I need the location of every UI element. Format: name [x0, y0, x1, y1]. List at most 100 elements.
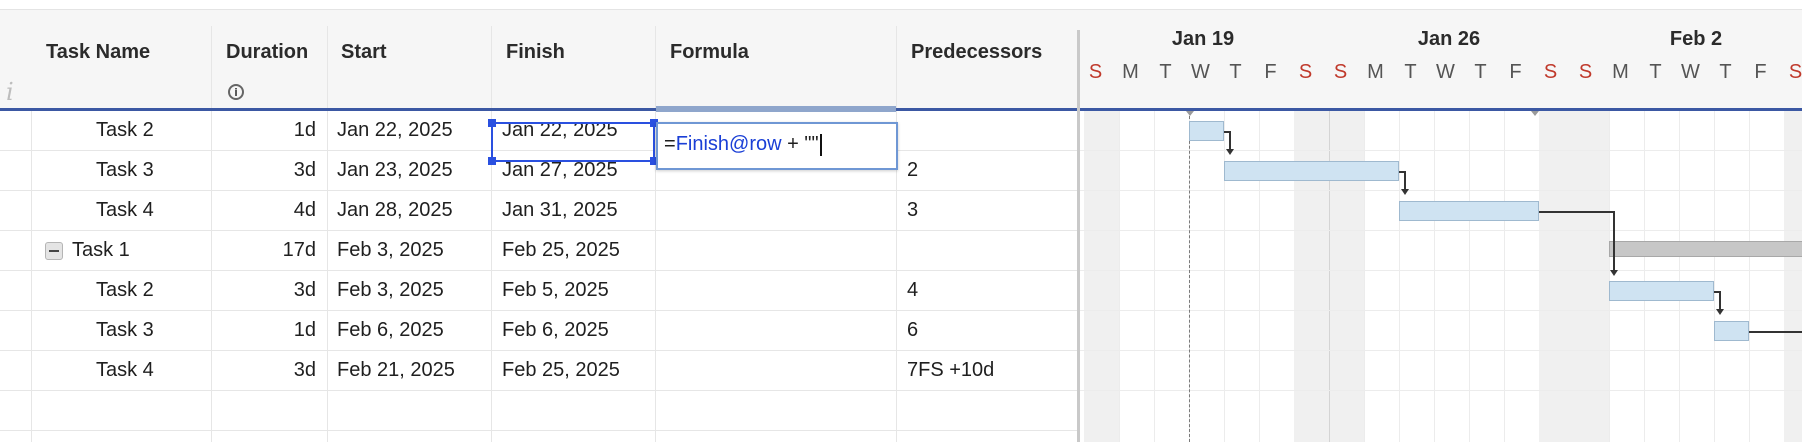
day-label: S — [1788, 61, 1802, 83]
column-divider — [327, 26, 328, 108]
table-row[interactable]: Task 4 3d Feb 21, 2025 Feb 25, 2025 7FS … — [0, 351, 1080, 391]
formula-editor[interactable]: =Finish@row + "" — [656, 122, 898, 170]
project-end-marker — [1531, 111, 1539, 116]
column-header-start[interactable]: Start — [327, 26, 492, 111]
weekend-shade — [1539, 111, 1609, 442]
dependency-line — [1229, 131, 1231, 151]
start-cell[interactable]: Feb 21, 2025 — [337, 351, 455, 390]
duration-cell[interactable]: 3d — [212, 271, 316, 310]
gantt-header: Jan 19 Jan 26 Feb 2 S M T W T F S S M T … — [1080, 10, 1802, 111]
task-name-cell[interactable]: Task 4 — [96, 351, 154, 390]
task-name-cell[interactable]: Task 2 — [96, 271, 154, 310]
task-name-cell[interactable]: Task 2 — [96, 111, 154, 150]
start-cell[interactable]: Jan 28, 2025 — [337, 191, 453, 230]
predecessors-cell[interactable]: 3 — [907, 191, 918, 230]
column-divider — [211, 26, 212, 108]
finish-cell[interactable]: Jan 31, 2025 — [502, 191, 618, 230]
day-label: F — [1754, 61, 1767, 83]
dependency-arrow-icon — [1716, 309, 1724, 315]
day-label: W — [1191, 61, 1210, 83]
column-header-duration[interactable]: Duration — [212, 26, 328, 111]
task-bar[interactable] — [1399, 201, 1539, 221]
top-strip — [0, 0, 1802, 10]
day-gridline — [1119, 111, 1120, 442]
finish-cell[interactable]: Feb 6, 2025 — [502, 311, 609, 350]
start-cell[interactable]: Feb 6, 2025 — [337, 311, 444, 350]
dependency-line — [1539, 211, 1614, 213]
duration-cell[interactable]: 3d — [212, 351, 316, 390]
day-gridline — [1749, 111, 1750, 442]
table-row[interactable]: Task 2 3d Feb 3, 2025 Feb 5, 2025 4 — [0, 271, 1080, 311]
day-label: F — [1264, 61, 1277, 83]
column-header-predecessors[interactable]: Predecessors — [897, 26, 1079, 111]
day-label: S — [1088, 61, 1103, 83]
start-cell[interactable]: Jan 22, 2025 — [337, 111, 453, 150]
selection-handle[interactable] — [488, 119, 496, 127]
task-name-cell[interactable]: Task 4 — [96, 191, 154, 230]
task-bar[interactable] — [1189, 121, 1224, 141]
duration-cell[interactable]: 17d — [212, 231, 316, 270]
dependency-arrow-icon — [1610, 270, 1618, 276]
duration-cell[interactable]: 1d — [212, 311, 316, 350]
day-gridline — [1679, 111, 1680, 442]
column-divider — [491, 26, 492, 108]
finish-cell[interactable]: Feb 5, 2025 — [502, 271, 609, 310]
task-name-cell[interactable]: Task 1 — [72, 231, 130, 270]
predecessors-cell[interactable]: 4 — [907, 271, 918, 310]
dependency-line — [1404, 171, 1406, 191]
duration-cell[interactable]: 1d — [212, 111, 316, 150]
start-cell[interactable]: Feb 3, 2025 — [337, 271, 444, 310]
finish-cell[interactable]: Feb 25, 2025 — [502, 351, 620, 390]
summary-bar[interactable] — [1609, 241, 1802, 257]
row-info-indicator: i — [6, 78, 14, 106]
weekend-shade — [1084, 111, 1119, 442]
dependency-line — [1749, 331, 1802, 333]
start-cell[interactable]: Jan 23, 2025 — [337, 151, 453, 190]
day-label: S — [1543, 61, 1558, 83]
duration-cell[interactable]: 4d — [212, 191, 316, 230]
info-icon[interactable]: i — [228, 84, 244, 100]
predecessors-cell[interactable]: 6 — [907, 311, 918, 350]
dependency-arrow-icon — [1401, 189, 1409, 195]
week-label: Feb 2 — [1669, 28, 1723, 50]
table-row[interactable]: Task 3 1d Feb 6, 2025 Feb 6, 2025 6 — [0, 311, 1080, 351]
table-row[interactable]: Task 1 17d Feb 3, 2025 Feb 25, 2025 — [0, 231, 1080, 271]
day-label: S — [1298, 61, 1313, 83]
task-name-cell[interactable]: Task 3 — [96, 151, 154, 190]
grid-header: i Task Name Duration i Start Finish Form… — [0, 10, 1080, 112]
grid-panel: i Task Name Duration i Start Finish Form… — [0, 10, 1080, 442]
gantt-body — [1080, 111, 1802, 442]
gantt-panel: Jan 19 Jan 26 Feb 2 S M T W T F S S M T … — [1080, 10, 1802, 442]
day-label: T — [1649, 61, 1662, 83]
project-start-marker — [1186, 111, 1194, 116]
day-gridline — [1609, 111, 1610, 442]
project-start-line — [1189, 111, 1190, 442]
text-caret — [819, 133, 822, 156]
column-header-formula[interactable]: Formula — [656, 26, 897, 111]
predecessors-cell[interactable]: 2 — [907, 151, 918, 190]
empty-row[interactable] — [0, 391, 1080, 431]
table-row[interactable]: Task 4 4d Jan 28, 2025 Jan 31, 2025 3 — [0, 191, 1080, 231]
column-header-task-name[interactable]: Task Name — [32, 26, 212, 111]
task-bar[interactable] — [1714, 321, 1749, 341]
task-bar[interactable] — [1224, 161, 1399, 181]
day-label: M — [1612, 61, 1629, 83]
duration-cell[interactable]: 3d — [212, 151, 316, 190]
predecessors-cell[interactable]: 7FS +10d — [907, 351, 994, 390]
day-gridline — [1399, 111, 1400, 442]
day-gridline — [1644, 111, 1645, 442]
selection-handle[interactable] — [488, 157, 496, 165]
task-name-cell[interactable]: Task 3 — [96, 311, 154, 350]
day-label: S — [1333, 61, 1348, 83]
column-divider — [896, 26, 897, 108]
start-cell[interactable]: Feb 3, 2025 — [337, 231, 444, 270]
dependency-arrow-icon — [1226, 149, 1234, 155]
column-header-finish[interactable]: Finish — [492, 26, 656, 111]
formula-reference: Finish@row — [675, 133, 782, 155]
finish-cell[interactable]: Feb 25, 2025 — [502, 231, 620, 270]
formula-equals: = — [664, 133, 676, 155]
collapse-icon[interactable] — [45, 242, 63, 260]
task-bar[interactable] — [1609, 281, 1714, 301]
day-label: W — [1436, 61, 1455, 83]
selected-finish-cell[interactable] — [488, 119, 658, 165]
